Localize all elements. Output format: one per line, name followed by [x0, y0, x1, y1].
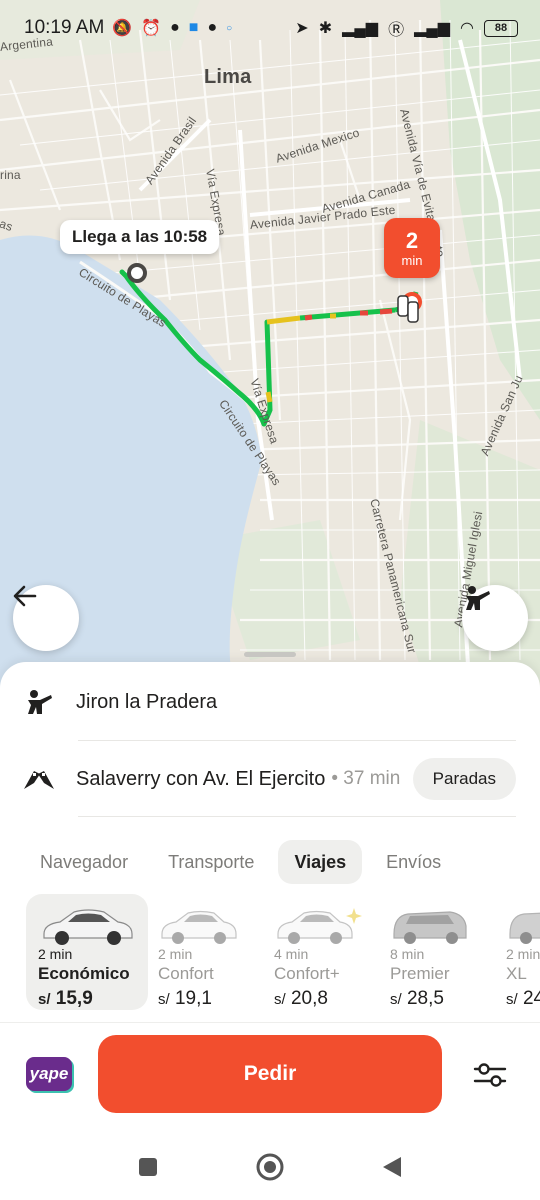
- tariff-price: s/ 28,5: [390, 988, 488, 1010]
- map-city-label: Lima: [204, 66, 252, 88]
- origin-address: Jiron la Pradera: [76, 690, 218, 713]
- pickup-time-badge: 2 min: [384, 218, 440, 278]
- person-waving-icon: [28, 690, 52, 714]
- stops-button[interactable]: Paradas: [412, 758, 516, 800]
- tariff-eta: 4 min: [274, 946, 309, 962]
- tariff-name: Económico: [38, 964, 130, 983]
- arrow-left-icon: [13, 585, 37, 607]
- map-view[interactable]: Argentina Lima Avenida Brasil Vía Expres…: [0, 0, 540, 700]
- wifi-icon: ◠: [460, 20, 474, 37]
- chat-icon: ●: [170, 19, 180, 36]
- roaming-icon: Ⓡ: [388, 22, 405, 39]
- dot-icon: ○: [226, 22, 233, 34]
- pickup-time-unit: min: [401, 252, 423, 268]
- alarm-icon: ⏰: [141, 20, 162, 37]
- system-navigation-bar: [0, 1134, 540, 1200]
- service-tabs: Navegador Transporte Viajes Envíos: [24, 840, 457, 884]
- currency: s/: [506, 991, 518, 1008]
- currency: s/: [38, 991, 51, 1008]
- price-value: 24: [522, 988, 540, 1009]
- arrival-time-label: Llega a las 10:58: [72, 227, 208, 246]
- car-icon: [158, 904, 256, 946]
- tariff-price: s/ 20,8: [274, 988, 372, 1010]
- tariff-card-economico[interactable]: 2 min Económico s/ 15,9: [26, 894, 148, 1010]
- tariff-name: Confort+: [274, 964, 340, 983]
- pickup-location-button[interactable]: [462, 585, 528, 651]
- order-button[interactable]: Pedir: [98, 1035, 442, 1113]
- tariff-price: s/ 15,9: [38, 988, 136, 1010]
- price-value: 15,9: [55, 988, 93, 1009]
- tab-transporte[interactable]: Transporte: [152, 840, 270, 884]
- battery-icon: 88: [484, 19, 518, 37]
- action-bar: yape Pedir: [0, 1022, 540, 1122]
- signal-icon: ▂▄▆: [342, 20, 379, 37]
- origin-row[interactable]: Jiron la Pradera: [0, 664, 540, 740]
- divider: [78, 816, 516, 817]
- app-icon: ●: [207, 19, 218, 36]
- destination-address: Salaverry con Av. El Ejercito: [76, 767, 326, 790]
- tab-viajes[interactable]: Viajes: [278, 840, 363, 884]
- sheet-handle[interactable]: [244, 652, 296, 657]
- currency: s/: [390, 991, 402, 1008]
- recents-icon[interactable]: [137, 1156, 159, 1178]
- tariff-name: Premier: [390, 964, 450, 983]
- tab-label: Transporte: [168, 851, 255, 872]
- tariff-eta: 2 min: [38, 946, 73, 962]
- sliders-icon: [473, 1063, 507, 1087]
- app-icon: ■: [188, 19, 199, 36]
- trip-duration: • 37 min: [331, 768, 401, 789]
- notification-icons: 🔕 ⏰ ● ■ ● ○: [112, 18, 232, 38]
- finish-flags-icon: [24, 771, 54, 789]
- payment-logo: yape: [29, 1064, 69, 1083]
- system-icons: ➤ ✱ ▂▄▆ Ⓡ ▂▄▆ ◠ 88: [295, 16, 518, 40]
- order-sheet: Jiron la Pradera Salaverry con Av. El Ej…: [0, 652, 540, 1200]
- tariff-card-confort[interactable]: 2 min Confort s/ 19,1: [146, 894, 268, 1010]
- payment-method-button[interactable]: yape: [26, 1057, 72, 1091]
- pickup-time-value: 2: [405, 227, 419, 253]
- status-bar: 10:19 AM 🔕 ⏰ ● ■ ● ○ ➤ ✱ ▂▄▆ Ⓡ ▂▄▆ ◠ 88: [0, 0, 540, 56]
- tariff-card-xl[interactable]: 2 min XL s/ 24: [494, 894, 540, 1010]
- signal-icon: ▂▄▆: [414, 20, 451, 37]
- tab-label: Viajes: [294, 851, 347, 872]
- car-icon: [38, 904, 136, 946]
- tariff-price: s/ 24: [506, 988, 540, 1010]
- location-icon: ➤: [295, 20, 309, 37]
- tariff-name: Confort: [158, 964, 214, 983]
- tariff-eta: 8 min: [390, 946, 425, 962]
- tariff-eta: 2 min: [158, 946, 193, 962]
- car-icon: [390, 904, 488, 946]
- currency: s/: [158, 991, 170, 1008]
- price-value: 20,8: [290, 988, 328, 1009]
- tariff-card-confort-plus[interactable]: 4 min Confort+ s/ 20,8: [262, 894, 384, 1010]
- back-button[interactable]: [13, 585, 79, 651]
- home-icon[interactable]: [255, 1152, 285, 1182]
- tab-envios[interactable]: Envíos: [370, 840, 457, 884]
- stops-button-label: Paradas: [432, 769, 496, 788]
- currency: s/: [274, 991, 286, 1008]
- tariff-eta: 2 min: [506, 946, 540, 962]
- person-waving-icon: [466, 586, 490, 610]
- mute-icon: 🔕: [112, 20, 133, 37]
- order-options-button[interactable]: [468, 1055, 512, 1095]
- tab-label: Navegador: [40, 851, 129, 872]
- price-value: 28,5: [406, 988, 444, 1009]
- car-icon: [506, 904, 540, 946]
- tariff-name: XL: [506, 964, 527, 983]
- back-nav-icon[interactable]: [381, 1155, 403, 1179]
- car-icon: [274, 904, 372, 946]
- arrival-time-bubble: Llega a las 10:58: [60, 220, 220, 254]
- bluetooth-icon: ✱: [318, 20, 333, 37]
- tariff-price: s/ 19,1: [158, 988, 256, 1010]
- tariff-list[interactable]: 2 min Económico s/ 15,9 2 min Confort s/…: [24, 894, 540, 1010]
- tab-label: Envíos: [386, 851, 442, 872]
- tab-navegador[interactable]: Navegador: [24, 840, 144, 884]
- tariff-card-premier[interactable]: 8 min Premier s/ 28,5: [378, 894, 500, 1010]
- price-value: 19,1: [174, 988, 212, 1009]
- map-label: rina: [0, 168, 21, 182]
- order-button-label: Pedir: [243, 1062, 297, 1085]
- status-time: 10:19 AM: [24, 17, 105, 38]
